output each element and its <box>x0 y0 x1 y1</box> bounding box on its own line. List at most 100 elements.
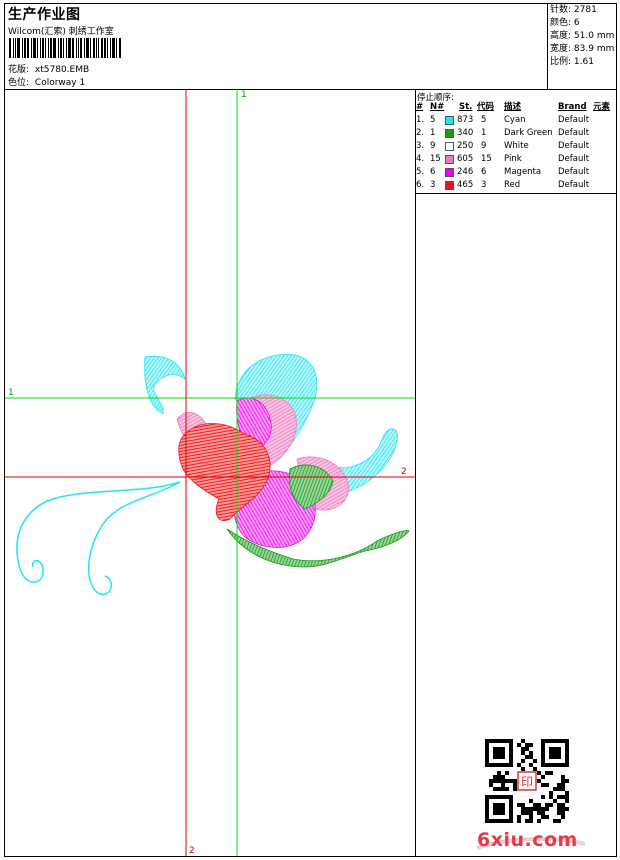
stat-colors: 颜色: 6 <box>550 18 580 28</box>
barcode-bar <box>86 38 89 58</box>
row-code: 3 <box>481 180 487 190</box>
barcode-bar <box>96 38 97 58</box>
barcode-bar <box>68 38 71 58</box>
design-stats: 针数: 2781 颜色: 6 高度: 51.0 mm 宽度: 83.9 mm 比… <box>547 4 616 89</box>
guide-label-h2: 2 <box>401 467 407 477</box>
color-swatch <box>445 155 454 164</box>
row-code: 9 <box>481 141 487 151</box>
barcode-bar <box>42 38 44 58</box>
barcode-bar <box>40 38 41 58</box>
row-stitches: 873 <box>457 115 474 125</box>
row-brand: Default <box>558 128 590 138</box>
row-brand: Default <box>558 115 590 125</box>
row-needle: 15 <box>430 154 441 164</box>
row-needle: 1 <box>430 128 436 138</box>
row-stitches: 605 <box>457 154 474 164</box>
row-needle: 6 <box>430 167 436 177</box>
barcode-bar <box>27 38 29 58</box>
table-row[interactable]: 1. 5 873 5 Cyan Default <box>415 114 616 127</box>
table-row[interactable]: 5. 6 246 6 Magenta Default <box>415 166 616 179</box>
color-swatch <box>445 142 454 151</box>
col-stitches: St. <box>459 102 473 112</box>
guide-label-v2: 2 <box>189 846 195 856</box>
col-code: 代码 <box>477 102 495 112</box>
barcode-bar <box>53 38 56 58</box>
row-code: 1 <box>481 128 487 138</box>
row-index: 5. <box>416 167 425 177</box>
barcode-bar <box>22 38 23 58</box>
barcode-bar <box>33 38 36 58</box>
table-row[interactable]: 2. 1 340 1 Dark Green Default <box>415 127 616 140</box>
col-element: 元素 <box>593 102 611 112</box>
row-index: 4. <box>416 154 425 164</box>
row-description: Pink <box>504 154 522 164</box>
qr-code[interactable]: 印 <box>485 739 569 823</box>
row-code: 5 <box>481 115 487 125</box>
row-code: 15 <box>481 154 492 164</box>
row-index: 1. <box>416 115 425 125</box>
cyan-ear <box>144 355 186 415</box>
barcode-bar <box>17 38 20 58</box>
barcode-bar <box>80 38 82 58</box>
stat-stitches: 针数: 2781 <box>550 5 597 15</box>
barcode-bar <box>63 38 64 58</box>
row-stitches: 340 <box>457 128 474 138</box>
row-description: Dark Green <box>504 128 553 138</box>
color-swatch <box>445 181 454 190</box>
row-index: 2. <box>416 128 425 138</box>
barcode-bar <box>13 38 14 58</box>
colorway-label: 色位: <box>8 78 30 88</box>
barcode-bar <box>66 38 67 58</box>
col-index: # <box>416 102 424 112</box>
barcode-bar <box>107 38 108 58</box>
barcode-bar <box>119 38 121 58</box>
row-index: 6. <box>416 180 425 190</box>
guide-label-h1: 1 <box>8 388 14 398</box>
design-canvas[interactable]: 1 1 2 2 <box>5 89 416 856</box>
design-filename: xt5780.EMB <box>34 65 90 75</box>
color-swatch <box>445 116 454 125</box>
table-row[interactable]: 6. 3 465 3 Red Default <box>415 179 616 192</box>
col-needle: N# <box>430 102 445 112</box>
barcode-bar <box>90 38 91 58</box>
barcode-bar <box>58 38 59 58</box>
barcode-bar <box>116 38 117 58</box>
barcode-bar <box>45 38 46 58</box>
row-description: White <box>504 141 529 151</box>
table-row[interactable]: 4. 15 605 15 Pink Default <box>415 153 616 166</box>
row-stitches: 246 <box>457 167 474 177</box>
color-stop-table: # N# St. 代码 描述 Brand 元素 1. 5 873 5 Cyan Defau… <box>415 101 616 194</box>
barcode-bar <box>50 38 52 58</box>
barcode-bar <box>78 38 79 58</box>
stat-scale: 比例: 1.61 <box>550 57 594 67</box>
table-header: # N# St. 代码 描述 Brand 元素 <box>415 101 616 114</box>
barcode-bar <box>101 38 103 58</box>
col-brand: Brand <box>558 102 587 112</box>
cyan-tendril-mid <box>87 481 181 595</box>
embroidery-preview <box>5 89 415 856</box>
row-brand: Default <box>558 154 590 164</box>
barcode-bar <box>15 38 16 58</box>
row-brand: Default <box>558 167 590 177</box>
colorway-info: 色位: Colorway 1 <box>8 75 85 88</box>
barcode-bar <box>72 38 74 58</box>
row-stitches: 250 <box>457 141 474 151</box>
barcode-bar <box>93 38 95 58</box>
table-row[interactable]: 3. 9 250 9 White Default <box>415 140 616 153</box>
barcode-bar <box>31 38 32 58</box>
barcode-bar <box>84 38 85 58</box>
row-needle: 5 <box>430 115 436 125</box>
watermark-logo: 6xiu.com <box>477 829 578 851</box>
barcode-bar <box>104 38 106 58</box>
stat-height: 高度: 51.0 mm <box>550 31 615 41</box>
worksheet: 生产作业图 Wilcom(汇索) 刺绣工作室 花版: xt5780.EMB 色位… <box>4 3 617 857</box>
barcode-bar <box>60 38 62 58</box>
stat-width: 宽度: 83.9 mm <box>550 44 615 54</box>
row-code: 6 <box>481 167 487 177</box>
row-description: Cyan <box>504 115 526 125</box>
colorway-value: Colorway 1 <box>34 78 86 88</box>
design-label: 花版: <box>8 65 30 75</box>
page-title: 生产作业图 <box>8 7 81 23</box>
barcode-bar <box>112 38 115 58</box>
color-swatch <box>445 129 454 138</box>
